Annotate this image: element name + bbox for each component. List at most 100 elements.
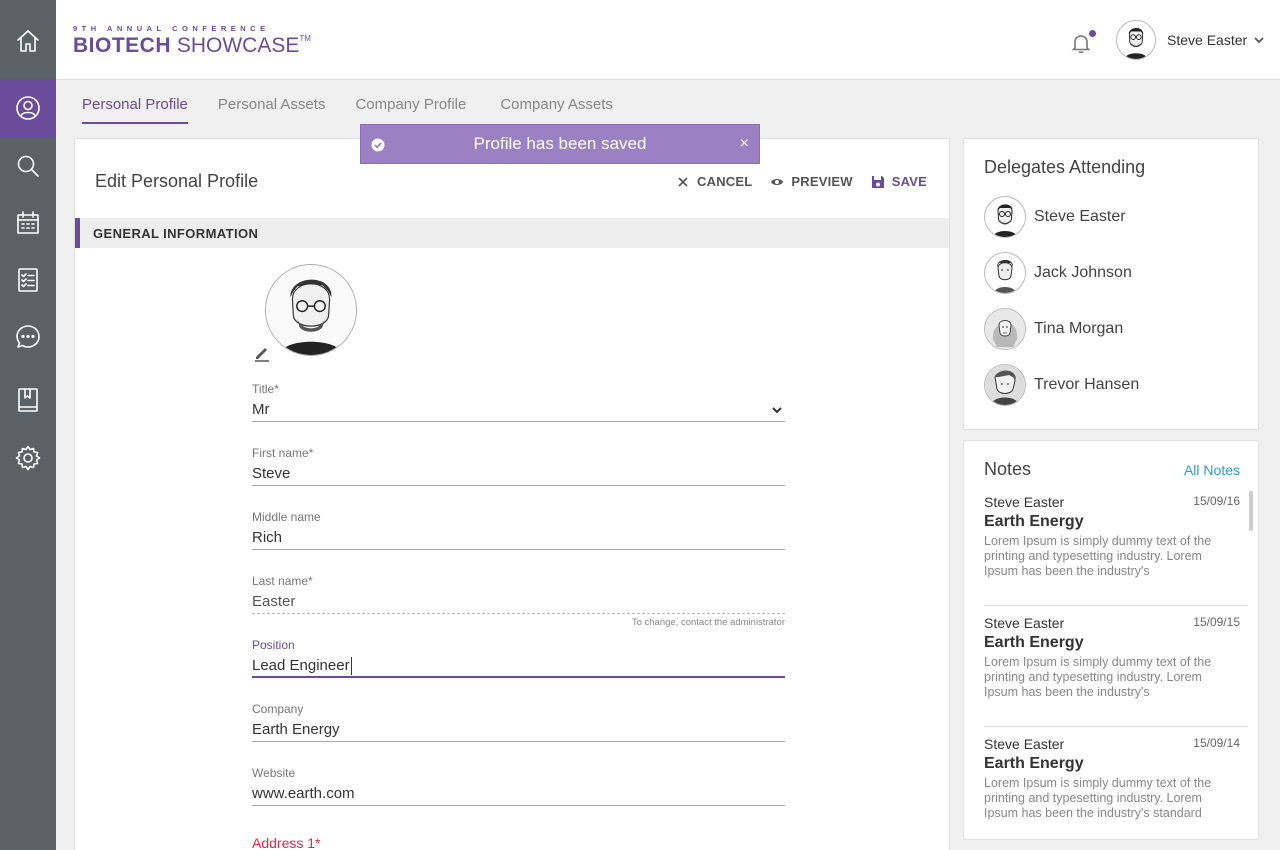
tab-personal-profile[interactable]: Personal Profile [82,96,188,124]
first-name-label: First name* [252,446,314,460]
sidebar-item-home[interactable] [0,12,56,70]
last-name-hint: To change, contact the administrator [631,617,785,628]
middle-name-field[interactable]: Middle name Rich [252,510,785,550]
cancel-label: CANCEL [697,174,753,189]
title-field[interactable]: Title* Mr [252,382,785,422]
first-name-input[interactable]: Steve [252,462,785,486]
sidebar [0,0,56,850]
note-company: Earth Energy [984,634,1084,651]
notes-scrollbar[interactable] [1249,491,1253,531]
delegate-item[interactable]: Trevor Hansen [984,364,1139,406]
cancel-button[interactable]: CANCEL [676,174,752,189]
delegates-panel: Delegates Attending Steve Easter Jack Jo… [963,138,1259,430]
pencil-icon [255,348,269,362]
note-author: Steve Easter [984,494,1065,510]
toast-close-button[interactable]: × [740,136,749,152]
avatar [984,252,1026,294]
notes-panel: Notes All Notes Steve Easter 15/09/16 Ea… [963,440,1259,840]
position-input[interactable]: Lead Engineer [252,654,785,678]
avatar [984,196,1026,238]
logo-light-text: SHOWCASE [176,34,300,57]
notes-title: Notes [984,459,1032,479]
delegate-item[interactable]: Jack Johnson [984,252,1132,294]
user-menu[interactable]: Steve Easter [1116,20,1265,60]
note-item[interactable]: Steve Easter 15/09/16 Earth Energy Lorem… [984,494,1248,606]
delegate-name: Jack Johnson [1034,264,1132,281]
notifications-button[interactable] [1070,30,1096,56]
avatar [984,308,1026,350]
search-icon [17,155,39,177]
tina-avatar-image [985,309,1025,349]
check-circle-icon [371,138,385,152]
save-toast: Profile has been saved × [360,124,760,164]
bookmark-book-icon [18,388,38,412]
avatar [1116,20,1156,60]
panel-actions: CANCEL PREVIEW SAVE [658,174,927,189]
address1-label: Address 1* [252,835,321,850]
save-button[interactable]: SAVE [871,174,927,189]
company-input[interactable]: Earth Energy [252,718,785,742]
last-name-field: Last name* Easter To change, contact the… [252,574,785,628]
close-icon [678,176,688,187]
save-label: SAVE [891,174,927,189]
title-select[interactable]: Mr [252,398,785,422]
note-text: Lorem Ipsum is simply dummy text of the … [984,534,1212,578]
chevron-down-icon [1254,37,1264,44]
note-date: 15/09/15 [1193,615,1240,629]
company-field[interactable]: Company Earth Energy [252,702,785,742]
edit-profile-panel: Edit Personal Profile CANCEL PREVIEW SAV… [74,138,950,850]
sidebar-item-tasks[interactable] [0,251,56,309]
position-label: Position [252,638,295,652]
preview-label: PREVIEW [791,174,853,189]
checklist-icon [18,268,38,292]
first-name-field[interactable]: First name* Steve [252,446,785,486]
notification-dot [1089,30,1096,37]
note-date: 15/09/16 [1193,494,1240,508]
logo-bold-text: BIOTECH [73,34,171,57]
note-company: Earth Energy [984,755,1084,772]
delegate-item[interactable]: Tina Morgan [984,308,1123,350]
preview-button[interactable]: PREVIEW [770,174,853,189]
note-item[interactable]: Steve Easter 15/09/15 Earth Energy Lorem… [984,615,1248,727]
user-profile-icon [16,96,40,120]
position-field[interactable]: Position Lead Engineer [252,638,785,678]
trevor-avatar-image [985,365,1025,405]
address1-field[interactable]: Address 1* [252,835,785,850]
profile-photo [265,264,357,356]
steve-avatar-image [993,204,1017,237]
tab-personal-assets[interactable]: Personal Assets [218,96,326,124]
title-label: Title* [252,382,279,396]
section-header: GENERAL INFORMATION [75,218,949,248]
logo-trademark: TM [299,34,311,43]
company-label: Company [252,702,304,716]
top-header: 9TH ANNUAL CONFERENCE BIOTECH SHOWCASETM… [56,0,1280,80]
sidebar-item-messages[interactable] [0,308,56,366]
note-author: Steve Easter [984,736,1065,752]
sidebar-item-search[interactable] [0,137,56,195]
profile-photo-image [266,265,356,355]
edit-photo-button[interactable] [253,344,271,362]
middle-name-input[interactable]: Rich [252,526,785,550]
website-input[interactable]: www.earth.com [252,782,785,806]
note-item[interactable]: Steve Easter 15/09/14 Earth Energy Lorem… [984,736,1248,839]
note-text: Lorem Ipsum is simply dummy text of the … [984,655,1212,699]
note-company: Earth Energy [984,513,1084,530]
sidebar-item-settings[interactable] [0,429,56,487]
website-field[interactable]: Website www.earth.com [252,766,785,806]
last-name-input: Easter [252,590,785,614]
sidebar-item-calendar[interactable] [0,194,56,252]
tab-company-assets[interactable]: Company Assets [500,96,613,124]
avatar [984,364,1026,406]
all-notes-link[interactable]: All Notes [1184,462,1240,478]
delegate-name: Tina Morgan [1034,320,1124,337]
delegate-name: Steve Easter [1034,208,1126,225]
steve-avatar-image [1124,28,1148,59]
sidebar-item-bookmarks[interactable] [0,371,56,429]
profile-tabs: Personal Profile Personal Assets Company… [82,96,643,124]
note-text: Lorem Ipsum is simply dummy text of the … [984,776,1212,820]
tab-company-profile[interactable]: Company Profile [355,96,466,124]
sidebar-item-profile[interactable] [0,79,56,137]
section-title: GENERAL INFORMATION [93,226,259,241]
delegate-item[interactable]: Steve Easter [984,196,1126,238]
conference-logo[interactable]: 9TH ANNUAL CONFERENCE BIOTECH SHOWCASETM [73,24,311,58]
